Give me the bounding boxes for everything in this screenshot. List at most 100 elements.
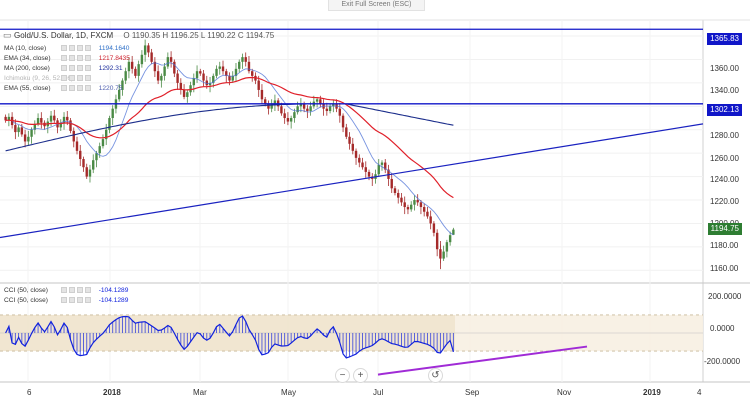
more-icon[interactable] xyxy=(84,65,91,71)
candle-body xyxy=(328,106,332,112)
cci-tick-label: 200.0000 xyxy=(708,292,742,301)
settings-icon[interactable] xyxy=(68,55,75,61)
candle-body xyxy=(53,115,56,121)
candle-body xyxy=(364,167,367,172)
candle-body xyxy=(426,211,429,217)
legend-cci-1-controls[interactable] xyxy=(60,286,97,296)
legend-ma10[interactable]: MA (10, close) 1194.1640 xyxy=(4,44,129,53)
candle-body xyxy=(380,162,384,165)
candle-body xyxy=(14,125,17,133)
legend-cci-1-value: -104.1289 xyxy=(98,287,129,294)
candle-body xyxy=(289,118,293,122)
candle-body xyxy=(124,71,127,81)
candle-body xyxy=(98,146,101,154)
candle-body xyxy=(251,71,254,76)
settings-icon[interactable] xyxy=(68,287,75,293)
close-icon[interactable] xyxy=(76,297,83,303)
legend-ema34[interactable]: EMA (34, close) 1217.8435 xyxy=(4,54,130,63)
settings-icon[interactable] xyxy=(68,85,75,91)
candle-body xyxy=(111,108,114,119)
price-tick-label: 1160.00 xyxy=(710,264,739,273)
legend-ema55-controls[interactable] xyxy=(60,84,97,94)
time-tick-label: May xyxy=(281,388,297,397)
legend-ma200[interactable]: MA (200, close) 1292.31 xyxy=(4,64,123,73)
candle-body xyxy=(36,118,40,124)
candle-body xyxy=(422,207,426,212)
candle-body xyxy=(40,118,43,123)
eye-icon[interactable] xyxy=(60,65,67,71)
candle-body xyxy=(280,106,283,114)
close-icon[interactable] xyxy=(76,85,83,91)
candle-body xyxy=(166,57,170,67)
settings-icon[interactable] xyxy=(68,65,75,71)
close-icon[interactable] xyxy=(76,75,83,81)
price-tick-label: 1340.00 xyxy=(710,86,739,95)
legend-ma200-value: 1292.31 xyxy=(98,65,123,72)
settings-icon[interactable] xyxy=(68,45,75,51)
more-icon[interactable] xyxy=(84,75,91,81)
price-tick-label: 1280.00 xyxy=(710,131,739,140)
time-tick-label: Jul xyxy=(373,388,384,397)
eye-icon[interactable] xyxy=(60,55,67,61)
candle-body xyxy=(137,64,140,76)
candle-body xyxy=(445,242,449,252)
candle-body xyxy=(406,207,410,210)
candle-body xyxy=(218,66,221,69)
legend-ema55[interactable]: EMA (55, close) 1220.75 xyxy=(4,84,123,93)
eye-icon[interactable] xyxy=(60,297,67,303)
zoom-in-button[interactable]: + xyxy=(353,368,368,383)
more-icon[interactable] xyxy=(84,45,91,51)
legend-ema34-controls[interactable] xyxy=(60,54,97,64)
legend-cci-1-label: CCI (50, close) xyxy=(4,287,48,294)
eye-icon[interactable] xyxy=(60,45,67,51)
legend-ichimoku[interactable]: Ichimoku (9, 26, 52, 26) xyxy=(4,74,99,83)
legend-cci-2-label: CCI (50, close) xyxy=(4,297,48,304)
close-icon[interactable] xyxy=(76,287,83,293)
hline-upper-price-tag: 1365.83 xyxy=(707,33,742,45)
candle-body xyxy=(189,85,192,93)
legend-ma10-controls[interactable] xyxy=(60,44,97,54)
candle-body xyxy=(448,235,452,243)
close-icon[interactable] xyxy=(76,55,83,61)
time-tick-label: Nov xyxy=(557,388,572,397)
settings-icon[interactable] xyxy=(68,297,75,303)
legend-cci-2-controls[interactable] xyxy=(60,296,97,306)
eye-icon[interactable] xyxy=(60,75,67,81)
zoom-out-button[interactable]: − xyxy=(335,368,350,383)
legend-ichimoku-controls[interactable] xyxy=(60,74,97,84)
close-icon[interactable] xyxy=(76,65,83,71)
candle-body xyxy=(108,118,111,130)
candle-body xyxy=(182,89,186,97)
cci-tick-label: 0.0000 xyxy=(710,324,735,333)
candle-body xyxy=(351,143,354,151)
more-icon[interactable] xyxy=(84,297,91,303)
settings-icon[interactable] xyxy=(68,75,75,81)
candle-body xyxy=(416,200,419,203)
eye-icon[interactable] xyxy=(60,85,67,91)
legend-ma200-controls[interactable] xyxy=(60,64,97,74)
more-icon[interactable] xyxy=(84,85,91,91)
price-tick-label: 1260.00 xyxy=(710,154,739,163)
candle-body xyxy=(397,192,400,198)
candle-body xyxy=(432,223,436,233)
rising-trendline xyxy=(0,123,704,239)
eye-icon[interactable] xyxy=(60,287,67,293)
close-icon[interactable] xyxy=(76,45,83,51)
time-tick-label: Mar xyxy=(193,388,207,397)
candle-body xyxy=(306,108,309,112)
candle-body xyxy=(95,153,98,161)
candle-body xyxy=(348,136,351,144)
candle-body xyxy=(134,68,137,76)
collapse-legend-icon[interactable]: ▭ xyxy=(3,30,12,40)
price-tick-label: 1360.00 xyxy=(710,64,739,73)
candle-body xyxy=(147,45,150,53)
cci-band xyxy=(0,314,703,352)
reset-zoom-button[interactable]: ↺ xyxy=(428,368,443,383)
legend-cci-1[interactable]: CCI (50, close) -104.1289 xyxy=(4,286,128,295)
legend-ema34-value: 1217.8435 xyxy=(98,55,130,62)
candle-body xyxy=(393,188,397,193)
legend-cci-2[interactable]: CCI (50, close) -104.1289 xyxy=(4,296,128,305)
candle-body xyxy=(101,139,105,147)
more-icon[interactable] xyxy=(84,55,91,61)
more-icon[interactable] xyxy=(84,287,91,293)
